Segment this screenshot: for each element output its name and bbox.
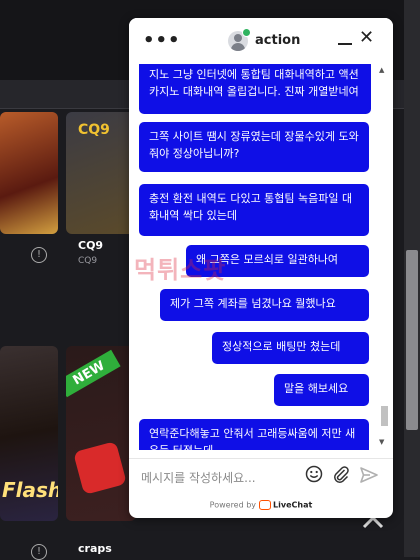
tile-banner: Flash	[2, 478, 58, 502]
game-tile-craps[interactable]: NEW	[66, 346, 136, 521]
message-scrollbar-thumb[interactable]	[381, 406, 388, 426]
game-tile-left-bottom[interactable]: Flash	[0, 346, 58, 521]
info-icon[interactable]: !	[31, 544, 47, 560]
message-bubble: 말을 해보세요	[274, 374, 369, 406]
game-provider: CQ9	[78, 256, 98, 266]
page-scrollbar-thumb[interactable]	[406, 250, 418, 430]
close-icon[interactable]: ✕	[359, 29, 374, 47]
message-input[interactable]	[139, 467, 303, 489]
scroll-up-arrow-icon[interactable]: ▲	[379, 66, 384, 74]
scroll-down-arrow-icon[interactable]: ▼	[379, 438, 384, 446]
game-name: CQ9	[78, 239, 104, 252]
powered-brand: LiveChat	[273, 500, 313, 510]
more-icon[interactable]: •••	[143, 30, 181, 51]
message-bubble: 그쪽 사이트 땜시 장류였는데 장물수있게 도와줘야 정상아닙니까?	[139, 122, 369, 172]
watermark: 먹튀스팟	[134, 256, 227, 284]
send-icon[interactable]	[359, 465, 379, 485]
new-badge: NEW	[66, 349, 121, 398]
minimize-icon[interactable]	[337, 30, 353, 48]
game-name: craps	[78, 542, 112, 555]
attach-icon[interactable]	[332, 465, 350, 483]
message-bubble: 연락준다해놓고 안줘서 고래등싸움에 저만 새우등 터졌는데	[139, 419, 369, 450]
message-bubble: 지노 그냥 인터넷에 통합팀 대화내역하고 액션카지노 대화내역 올립겁니다. …	[139, 64, 371, 114]
composer	[129, 458, 393, 495]
chat-header: ••• action ✕	[129, 18, 393, 64]
online-status-icon	[242, 28, 251, 37]
powered-prefix: Powered by	[209, 500, 257, 510]
powered-by[interactable]: Powered by LiveChat	[129, 500, 393, 518]
info-icon[interactable]: !	[31, 247, 47, 263]
message-bubble: 정상적으로 배팅만 쳤는데	[212, 332, 369, 364]
emoji-icon[interactable]	[305, 465, 323, 483]
game-tile-cq9[interactable]: CQ9	[66, 112, 136, 234]
dice-icon	[73, 441, 127, 495]
message-bubble: 충전 환전 내역도 다있고 통협팀 녹음파일 대화내역 싹다 있는데	[139, 184, 369, 236]
message-bubble: 제가 그쪽 계좌를 넘겼나요 뭘했나요	[160, 289, 369, 321]
agent-name: action	[255, 33, 301, 48]
cq9-logo: CQ9	[78, 122, 110, 138]
game-tile-left-top[interactable]	[0, 112, 58, 234]
livechat-logo-icon	[259, 500, 272, 510]
